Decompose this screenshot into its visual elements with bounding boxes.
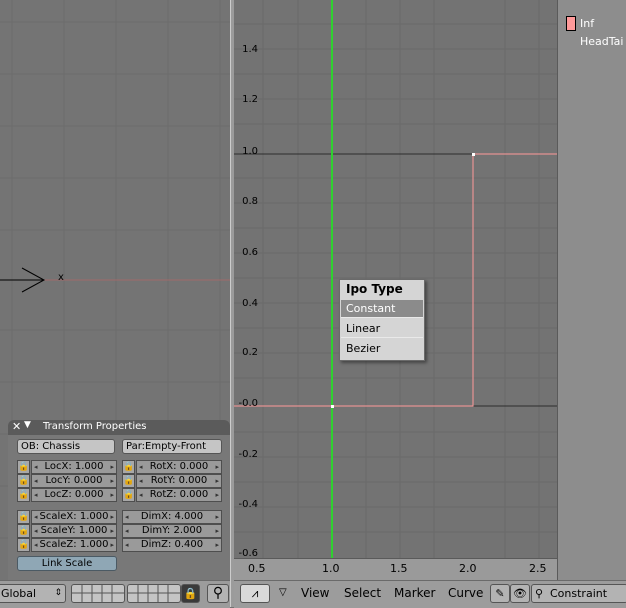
- menu-item-linear[interactable]: Linear: [341, 320, 423, 338]
- locy-field[interactable]: ◂ LocY: 0.000 ▸: [31, 474, 117, 488]
- close-icon[interactable]: ✕: [12, 420, 21, 433]
- menu-item-bezier[interactable]: Bezier: [341, 340, 423, 358]
- eye-icon[interactable]: 👁: [510, 584, 530, 603]
- y-tick: 0.2: [242, 347, 258, 358]
- y-tick: 0.8: [242, 196, 258, 207]
- channel-list[interactable]: Inf HeadTai: [557, 0, 626, 580]
- parent-name-field[interactable]: Par:Empty-Front: [122, 439, 222, 454]
- menu-item-constant[interactable]: Constant: [341, 300, 423, 318]
- curve-keyframe: [331, 405, 334, 408]
- 3d-view-header: Global ⇕ 🔒 ⚲: [0, 580, 230, 608]
- locx-field[interactable]: ◂ LocX: 1.000 ▸: [31, 460, 117, 474]
- ipo-editor-header: ⩘ ▽ View Select Marker Curve ✎ 👁 ⚲ Const…: [234, 580, 626, 608]
- channel-color-swatch[interactable]: [566, 16, 576, 31]
- menu-select[interactable]: Select: [344, 585, 381, 601]
- lock-icon[interactable]: 🔒: [17, 488, 30, 502]
- panel-header[interactable]: ✕ ▼ Transform Properties: [8, 420, 230, 435]
- lock-icon[interactable]: 🔒: [17, 538, 30, 552]
- scaley-field[interactable]: ◂ ScaleY: 1.000 ▸: [31, 524, 117, 538]
- rotz-field[interactable]: ◂ RotZ: 0.000 ▸: [136, 488, 222, 502]
- axis-x-label: x: [58, 272, 64, 283]
- orientation-dropdown[interactable]: Global ⇕: [0, 584, 66, 603]
- link-icon[interactable]: ⚲: [207, 584, 229, 603]
- menu-marker[interactable]: Marker: [394, 585, 435, 601]
- dimz-field[interactable]: ◂ DimZ: 0.400 ▸: [122, 538, 222, 552]
- rotx-field[interactable]: ◂ RotX: 0.000 ▸: [136, 460, 222, 474]
- lock-icon[interactable]: 🔒: [17, 524, 30, 538]
- y-tick: 1.2: [242, 94, 258, 105]
- ipo-type-popup-menu[interactable]: Ipo Type Constant Linear Bezier: [339, 279, 425, 361]
- y-tick: -0.2: [238, 449, 258, 460]
- pin-icon[interactable]: ✎: [490, 584, 510, 603]
- lock-icon[interactable]: 🔒: [17, 510, 30, 524]
- collapse-arrow-icon[interactable]: ▽: [279, 585, 287, 601]
- x-tick: 0.5: [248, 562, 266, 575]
- y-tick: 0.4: [242, 298, 258, 309]
- scalex-field[interactable]: ◂ ScaleX: 1.000 ▸: [31, 510, 117, 524]
- curve-keyframe: [472, 153, 475, 156]
- menu-view[interactable]: View: [301, 585, 329, 601]
- y-tick: -0.4: [238, 499, 258, 510]
- locz-field[interactable]: ◂ LocZ: 0.000 ▸: [31, 488, 117, 502]
- x-tick: 2.5: [529, 562, 547, 575]
- panel-title: Transform Properties: [43, 421, 147, 432]
- channel-target: HeadTai: [580, 35, 624, 48]
- collapse-triangle-icon[interactable]: ▼: [24, 420, 31, 430]
- lock-icon[interactable]: 🔒: [17, 474, 30, 488]
- link-scale-button[interactable]: Link Scale: [17, 556, 117, 571]
- y-tick: 0.6: [242, 247, 258, 258]
- y-tick: -0.0: [238, 398, 258, 409]
- channel-name[interactable]: Inf: [580, 17, 594, 30]
- updown-arrow-icon: ⇕: [54, 588, 62, 598]
- 3d-viewport[interactable]: x ✕ ▼ Transform Properties OB: Chassis P…: [0, 0, 230, 580]
- lock-icon[interactable]: 🔒: [122, 460, 135, 474]
- y-tick: 1.4: [242, 44, 258, 55]
- x-tick: 2.0: [459, 562, 477, 575]
- frame-scale[interactable]: 0.5 1.0 1.5 2.0 2.5: [234, 558, 557, 581]
- y-tick: 1.0: [242, 146, 258, 157]
- lock-icon[interactable]: 🔒: [122, 474, 135, 488]
- lock-icon[interactable]: 🔒: [122, 488, 135, 502]
- layer-buttons-1[interactable]: [71, 584, 125, 603]
- ipo-type-dropdown[interactable]: ⚲ Constraint: [531, 584, 626, 603]
- lock-layers-icon[interactable]: 🔒: [181, 584, 200, 603]
- x-tick: 1.0: [322, 562, 340, 575]
- roty-field[interactable]: ◂ RotY: 0.000 ▸: [136, 474, 222, 488]
- constraint-icon: ⚲: [535, 587, 544, 600]
- menu-curve[interactable]: Curve: [448, 585, 483, 601]
- transform-properties-panel[interactable]: ✕ ▼ Transform Properties OB: Chassis Par…: [8, 420, 230, 580]
- popup-title: Ipo Type: [346, 282, 403, 296]
- x-tick: 1.5: [390, 562, 408, 575]
- dimx-field[interactable]: ◂ DimX: 4.000 ▸: [122, 510, 222, 524]
- object-name-field[interactable]: OB: Chassis: [17, 439, 115, 454]
- object-axis-icon: [0, 267, 46, 293]
- dimy-field[interactable]: ◂ DimY: 2.000 ▸: [122, 524, 222, 538]
- scalez-field[interactable]: ◂ ScaleZ: 1.000 ▸: [31, 538, 117, 552]
- layer-buttons-2[interactable]: [127, 584, 181, 603]
- editor-type-icon[interactable]: ⩘: [240, 584, 270, 603]
- lock-icon[interactable]: 🔒: [17, 460, 30, 474]
